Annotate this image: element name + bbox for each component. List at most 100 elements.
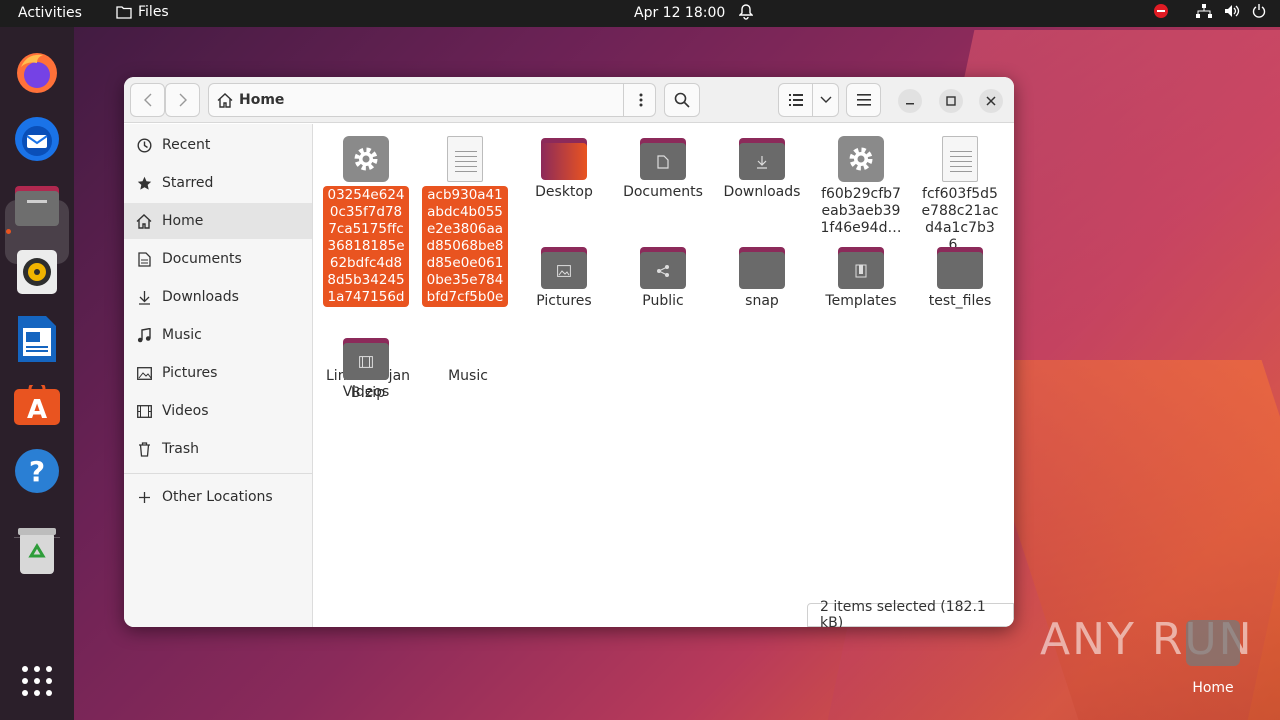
sidebar-item-home[interactable]: Home (124, 203, 312, 239)
folder-icon (739, 247, 785, 289)
forward-button[interactable] (165, 83, 200, 117)
folder-item[interactable]: Templates (813, 239, 909, 310)
sidebar-item-trash[interactable]: Trash (124, 431, 312, 467)
bell-icon[interactable] (738, 4, 754, 24)
file-name: test_files (928, 293, 992, 309)
download-icon (136, 289, 152, 305)
search-button[interactable] (664, 83, 700, 117)
help-icon[interactable]: ? (13, 447, 61, 495)
folder-item[interactable]: Desktop (516, 130, 612, 201)
file-name: 03254e6240c35f7d787ca5175ffc36818185e62b… (323, 186, 409, 307)
svg-text:?: ? (29, 455, 45, 488)
clock[interactable]: Apr 12 18:00 (634, 5, 725, 21)
rhythmbox-icon[interactable] (13, 248, 61, 296)
file-name: Templates (825, 293, 897, 309)
sidebar-item-other-locations[interactable]: Other Locations (124, 479, 312, 515)
recording-icon[interactable] (1154, 4, 1168, 18)
star-icon (136, 175, 152, 191)
view-options-button[interactable] (812, 83, 839, 117)
videos-folder-icon (343, 338, 389, 380)
folder-item[interactable]: Documents (615, 130, 711, 201)
sidebar: Recent Starred Home Documents Downloads … (124, 124, 313, 627)
sidebar-item-videos[interactable]: Videos (124, 393, 312, 429)
sidebar-item-downloads[interactable]: Downloads (124, 279, 312, 315)
pictures-folder-icon (541, 247, 587, 289)
main-menu-button[interactable] (846, 83, 881, 117)
libreoffice-writer-icon[interactable] (13, 315, 61, 363)
app-center-icon[interactable]: A (13, 381, 61, 429)
path-label: Home (239, 92, 285, 108)
maximize-button[interactable] (939, 89, 963, 113)
show-apps-icon[interactable] (13, 657, 61, 705)
trash-icon[interactable] (13, 527, 61, 575)
path-bar[interactable]: Home (208, 83, 656, 117)
files-window: Home Recent Starred Home Documents Downl… (124, 77, 1014, 627)
file-item[interactable]: acb930a41abdc4b055e2e3806aad85068be8d85e… (417, 130, 513, 307)
sidebar-item-pictures[interactable]: Pictures (124, 355, 312, 391)
sidebar-item-starred[interactable]: Starred (124, 165, 312, 201)
folder-item[interactable]: test_files (912, 239, 1008, 310)
file-label: Music (448, 368, 488, 384)
maximize-icon (946, 96, 956, 106)
sidebar-item-label: Recent (162, 137, 211, 153)
minimize-button[interactable] (898, 89, 922, 113)
file-item[interactable]: fcf603f5d5e788c21acd4a1c7b36… (912, 130, 1008, 254)
list-view-icon (788, 94, 803, 106)
gear-icon (838, 136, 884, 182)
downloads-folder-icon (739, 138, 785, 180)
sidebar-item-label: Pictures (162, 365, 218, 381)
desktop-home-icon[interactable]: Home (1184, 620, 1242, 696)
volume-icon (1225, 5, 1240, 17)
desktop-icon-label: Home (1192, 680, 1234, 696)
chevron-left-icon (143, 93, 151, 107)
firefox-icon[interactable] (13, 49, 61, 97)
kebab-menu-icon (639, 93, 642, 107)
power-icon (1252, 4, 1266, 18)
templates-folder-icon (838, 247, 884, 289)
chevron-right-icon (179, 93, 187, 107)
sidebar-item-label: Videos (162, 403, 209, 419)
app-menu[interactable]: Files (116, 4, 169, 20)
video-icon (136, 403, 152, 419)
plus-icon (136, 489, 152, 505)
file-name: Desktop (535, 184, 593, 200)
sidebar-item-music[interactable]: Music (124, 317, 312, 353)
file-name: Public (642, 293, 684, 309)
path-menu-button[interactable] (623, 83, 657, 117)
text-file-icon (447, 136, 483, 182)
file-name: f60b29cfb7eab3aeb391f46e94d… (820, 186, 902, 236)
home-icon (136, 213, 152, 229)
back-button[interactable] (130, 83, 165, 117)
sidebar-separator (124, 473, 312, 474)
sidebar-item-documents[interactable]: Documents (124, 241, 312, 277)
status-bar: 2 items selected (182.1 kB) (807, 599, 1014, 627)
view-toggle-button[interactable] (778, 83, 813, 117)
network-icon (1196, 4, 1212, 18)
file-item[interactable]: f60b29cfb7eab3aeb391f46e94d… (813, 130, 909, 237)
file-grid: Linux.Trojan.Mirai- B.zip Music 03254e62… (314, 124, 1014, 627)
folder-item[interactable]: Pictures (516, 239, 612, 310)
activities-button[interactable]: Activities (18, 5, 82, 21)
app-name: Files (138, 4, 169, 20)
sidebar-item-label: Home (162, 213, 204, 229)
home-folder-icon (1186, 620, 1240, 666)
documents-folder-icon (640, 138, 686, 180)
svg-text:A: A (27, 395, 47, 425)
files-icon[interactable] (13, 182, 61, 230)
file-name: Videos (342, 384, 390, 400)
folder-item[interactable]: snap (714, 239, 810, 310)
thunderbird-icon[interactable] (13, 115, 61, 163)
sidebar-item-label: Other Locations (162, 489, 273, 505)
system-tray[interactable] (1154, 4, 1266, 18)
folder-icon (937, 247, 983, 289)
folder-item[interactable]: Videos (318, 330, 414, 401)
file-name: acb930a41abdc4b055e2e3806aad85068be8d85e… (422, 186, 508, 307)
file-item[interactable]: 03254e6240c35f7d787ca5175ffc36818185e62b… (318, 130, 414, 307)
folder-item[interactable]: Public (615, 239, 711, 310)
sidebar-item-recent[interactable]: Recent (124, 127, 312, 163)
folder-item[interactable]: Downloads (714, 130, 810, 201)
music-icon (136, 327, 152, 343)
close-button[interactable] (979, 89, 1003, 113)
hamburger-icon (856, 94, 871, 106)
home-icon (217, 92, 233, 108)
